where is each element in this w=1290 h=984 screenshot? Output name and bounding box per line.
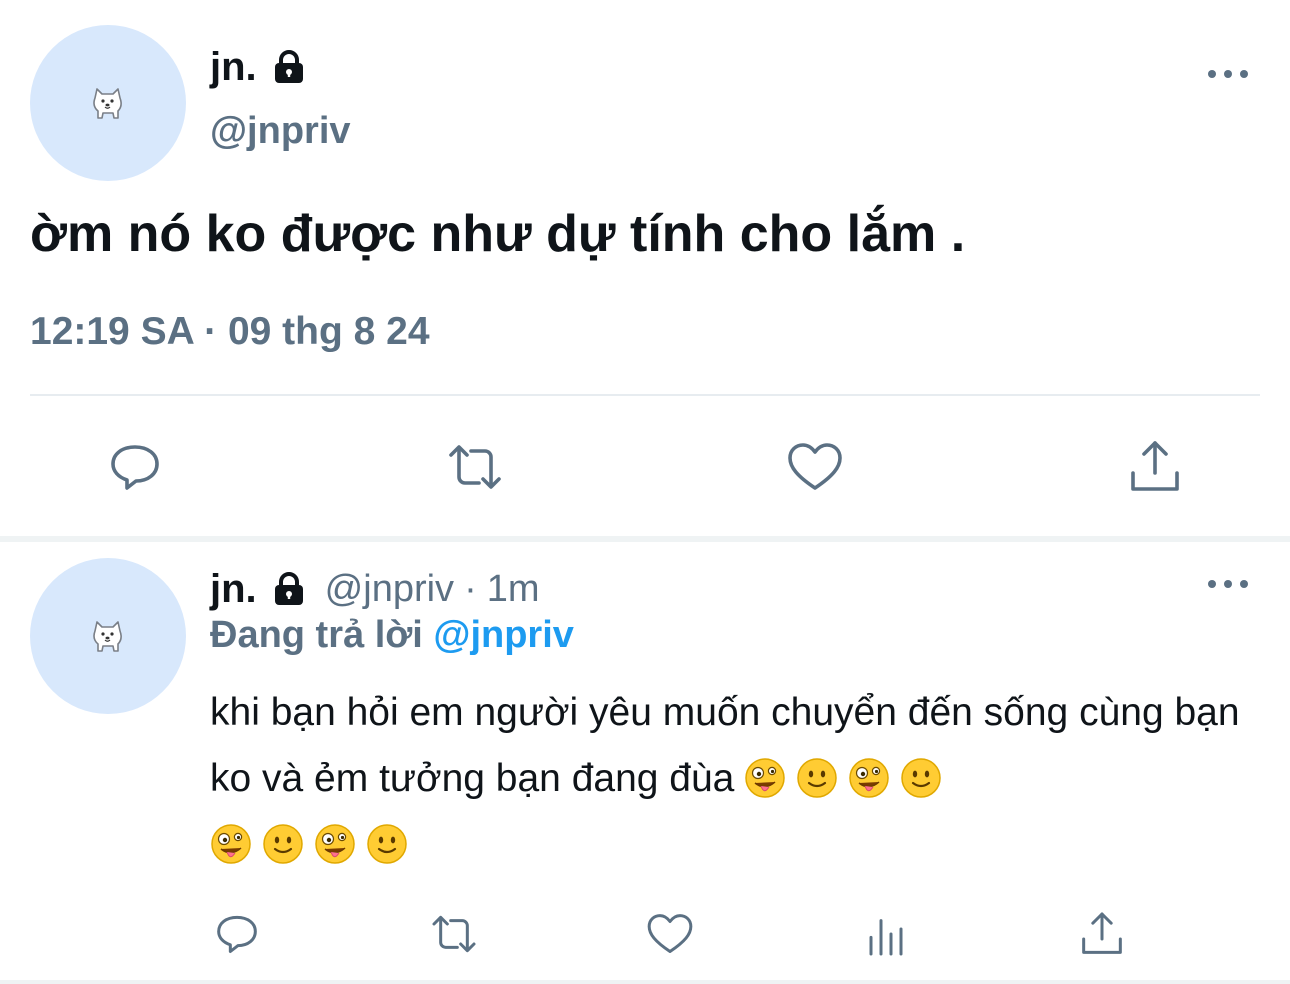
dog-avatar-icon [93,88,122,119]
analytics-button[interactable] [856,904,916,964]
display-name-text: jn. [210,44,257,89]
retweet-button[interactable] [440,434,510,500]
reply-timestamp[interactable]: 1m [487,568,540,611]
tweet-text: ờm nó ko được như dự tính cho lắm . [30,205,966,263]
more-options-icon[interactable] [1208,68,1248,80]
reply-icon [217,915,257,953]
dot-separator: · [464,567,477,610]
zany-face-emoji-icon [744,754,786,798]
like-button[interactable] [780,434,850,500]
reply-display-name[interactable]: jn. [210,567,257,612]
reply-text: khi bạn hỏi em người yêu muốn chuyển đến… [210,680,1260,878]
divider [30,394,1260,396]
slightly-smiling-face-emoji-icon [900,754,942,798]
retweet-icon [432,915,476,953]
slightly-smiling-face-emoji-icon [262,820,304,864]
lock-icon [269,569,309,609]
reply-text-content: khi bạn hỏi em người yêu muốn chuyển đến… [210,691,1240,800]
user-handle[interactable]: @jnpriv [210,110,351,153]
bottom-divider [0,980,1290,984]
share-icon [1082,912,1122,954]
dog-avatar-icon [93,621,122,652]
zany-face-emoji-icon [314,820,356,864]
reply-header: jn. @jnpriv · 1m [210,562,540,616]
reply-user-handle[interactable]: @jnpriv [325,568,454,611]
replying-to-label: Đang trả lời [210,614,423,656]
zany-face-emoji-icon [210,820,252,864]
tweet-timestamp[interactable]: 12:19 SA · 09 thg 8 24 [30,310,430,354]
tweet-thread-page: jn. @jnpriv ờm nó ko được như dự tính ch… [0,0,1290,984]
analytics-icon [869,919,903,956]
like-icon [647,914,693,953]
like-button[interactable] [640,904,700,964]
reply-icon [111,445,159,490]
section-separator [0,536,1290,542]
reply-avatar[interactable] [30,558,186,714]
share-button[interactable] [1072,904,1132,964]
replying-to: Đang trả lời @jnpriv [210,614,574,657]
share-icon [1131,441,1179,491]
reply-button[interactable] [207,904,267,964]
like-icon [788,443,842,490]
replying-to-mention[interactable]: @jnpriv [433,614,574,656]
slightly-smiling-face-emoji-icon [366,820,408,864]
main-tweet: jn. @jnpriv ờm nó ko được như dự tính ch… [0,0,1290,536]
lock-icon [269,47,309,87]
zany-face-emoji-icon [848,754,890,798]
retweet-icon [449,445,501,489]
more-options-icon[interactable] [1208,578,1248,590]
retweet-button[interactable] [424,904,484,964]
share-button[interactable] [1120,434,1190,500]
reply-button[interactable] [100,434,170,500]
avatar[interactable] [30,25,186,181]
display-name[interactable]: jn. [210,42,309,92]
slightly-smiling-face-emoji-icon [796,754,838,798]
